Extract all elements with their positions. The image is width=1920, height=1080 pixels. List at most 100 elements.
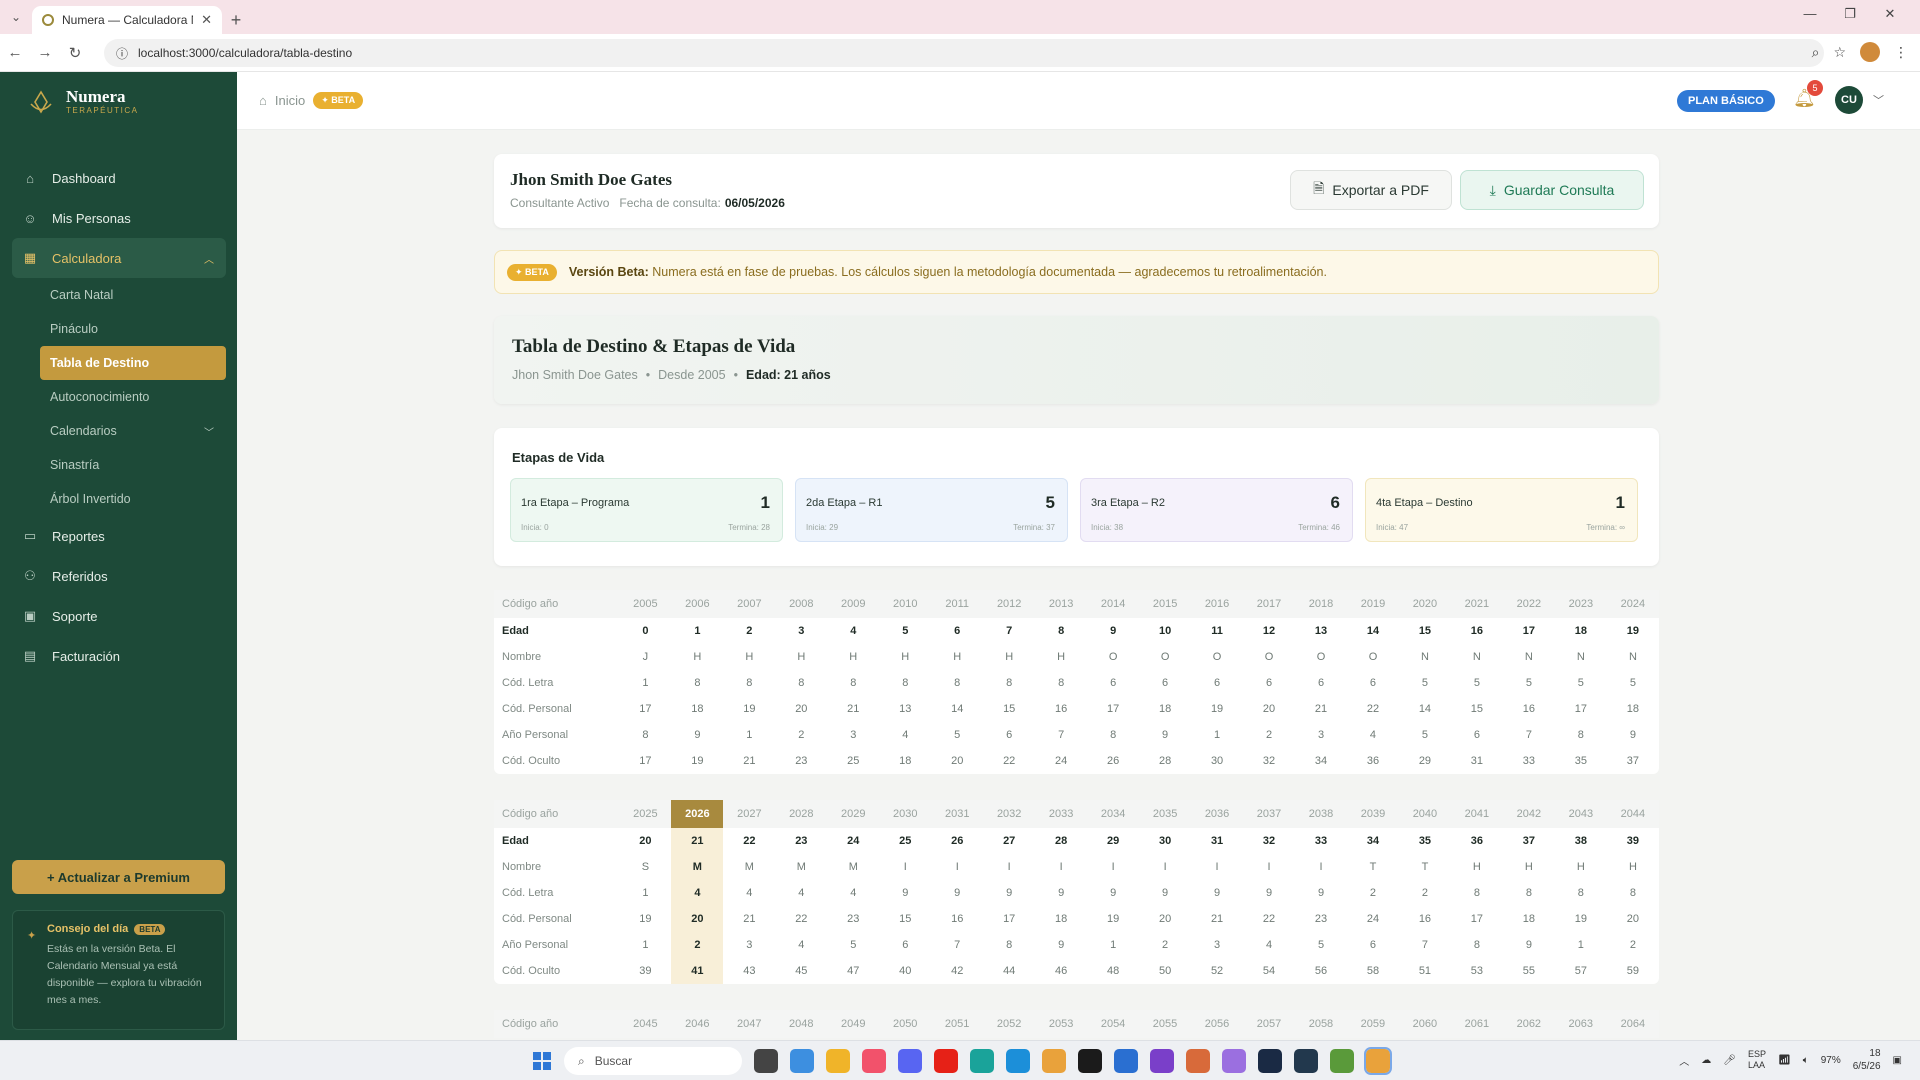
sidebar-item-soporte[interactable]: ▣ Soporte xyxy=(12,596,226,636)
beta-banner: ✦ BETA Versión Beta: Numera está en fase… xyxy=(494,250,1659,294)
taskbar-search[interactable]: ⌕ Buscar xyxy=(564,1047,742,1075)
table-cell: 57 xyxy=(1574,965,1587,977)
restore-icon[interactable]: ❐ xyxy=(1830,6,1870,22)
table-cell: I xyxy=(1163,861,1167,873)
table-cell: 0 xyxy=(642,625,649,637)
support-icon: ▣ xyxy=(23,608,37,623)
sidebar-item-dashboard[interactable]: ⌂ Dashboard xyxy=(12,158,226,198)
plan-badge[interactable]: PLAN BÁSICO xyxy=(1677,90,1775,112)
table-cell: N xyxy=(1472,651,1481,663)
reload-icon[interactable]: ↻ xyxy=(60,44,90,62)
sidebar-sub-carta-natal[interactable]: Carta Natal xyxy=(12,278,226,312)
table-cell: 8 xyxy=(1473,939,1480,951)
chrome-icon[interactable] xyxy=(1042,1049,1066,1073)
tv-app-icon[interactable] xyxy=(1078,1049,1102,1073)
table-cell: 14 xyxy=(951,703,964,715)
app-dark-icon[interactable] xyxy=(1258,1049,1282,1073)
table-cell: 6 xyxy=(1265,677,1273,689)
search-icon: ⌕ xyxy=(578,1053,585,1068)
chevron-down-icon[interactable]: ﹀ xyxy=(1873,92,1884,108)
browser-tab[interactable]: Numera — Calculadora Numer ✕ xyxy=(32,6,222,34)
subtitle-since: Desde 2005 xyxy=(658,368,726,382)
table-cell: 2053 xyxy=(1035,1010,1088,1038)
app-violet-icon[interactable] xyxy=(1222,1049,1246,1073)
bookmark-star-icon[interactable]: ☆ xyxy=(1833,44,1846,61)
zoom-icon[interactable]: ⌕ xyxy=(1812,44,1820,61)
page-subtitle: Jhon Smith Doe Gates • Desde 2005 • Edad: … xyxy=(512,368,831,382)
upgrade-premium-button[interactable]: + Actualizar a Premium xyxy=(12,860,225,894)
table-cell: O xyxy=(1212,651,1222,663)
notification-center-icon[interactable]: ▣ xyxy=(1893,1055,1902,1066)
close-tab-icon[interactable]: ✕ xyxy=(201,12,212,28)
table-cell: 9 xyxy=(1214,887,1221,899)
chrome-profile-icon[interactable] xyxy=(1186,1049,1210,1073)
clock[interactable]: 18 6/5/26 xyxy=(1853,1047,1881,1073)
sidebar-sub-sinastria[interactable]: Sinastría xyxy=(12,448,226,482)
volume-icon[interactable]: 🔈︎ xyxy=(1803,1055,1809,1066)
discord-icon[interactable] xyxy=(898,1049,922,1073)
table-cell: 2054 xyxy=(1087,1010,1140,1038)
profile-avatar[interactable] xyxy=(1860,42,1880,62)
table-cell: 11 xyxy=(1211,625,1223,637)
battery-indicator[interactable]: 97% xyxy=(1821,1055,1841,1066)
save-consult-button[interactable]: ⤓ Guardar Consulta xyxy=(1460,170,1644,210)
youtube-icon[interactable] xyxy=(934,1049,958,1073)
stage-card: 3ra Etapa – R2 6 Inicia: 38 Termina: 46 xyxy=(1080,478,1353,542)
wifi-icon[interactable]: 📶︎ xyxy=(1778,1055,1791,1066)
sidebar-sub-pinaculo[interactable]: Pináculo xyxy=(12,312,226,346)
table-cell: 2024 xyxy=(1606,590,1659,618)
sparkle-icon: ✦ xyxy=(27,930,37,942)
table-cell: 21 xyxy=(1314,703,1328,715)
sidebar-item-facturacion[interactable]: ▤ Facturación xyxy=(12,636,226,676)
table-cell: 21 xyxy=(671,828,724,854)
sidebar-item-mis-personas[interactable]: ☺ Mis Personas xyxy=(12,198,226,238)
cloud-icon[interactable]: ☁ xyxy=(1701,1055,1711,1066)
address-bar[interactable]: ⓘ localhost:3000/calculadora/tabla-desti… xyxy=(104,39,1824,67)
table-cell: 1 xyxy=(1110,939,1117,951)
store-icon[interactable] xyxy=(1114,1049,1138,1073)
mic-icon[interactable]: 🎤︎ xyxy=(1723,1055,1736,1066)
app-store-icon[interactable] xyxy=(790,1049,814,1073)
tray-chevron-icon[interactable]: ︿ xyxy=(1679,1053,1689,1068)
brand-logo[interactable]: Numera TERAPÉUTICA xyxy=(28,88,139,115)
table-cell: 17 xyxy=(1522,625,1535,637)
chrome-active-icon[interactable] xyxy=(1364,1047,1392,1075)
sidebar-item-referidos[interactable]: ⚇ Referidos xyxy=(12,556,226,596)
table-cell: 2031 xyxy=(931,800,984,828)
music-app-icon[interactable] xyxy=(862,1049,886,1073)
file-explorer-icon[interactable] xyxy=(826,1049,850,1073)
forward-icon[interactable]: → xyxy=(30,44,60,61)
sidebar-sub-tabla-destino[interactable]: Tabla de Destino xyxy=(40,346,226,380)
app-terminal-icon[interactable] xyxy=(1294,1049,1318,1073)
export-pdf-button[interactable]: 🗎︎ Exportar a PDF xyxy=(1290,170,1452,210)
sidebar-item-reportes[interactable]: ▭ Reportes xyxy=(12,516,226,556)
table-cell: 2007 xyxy=(723,590,776,618)
tab-list-chevron-icon[interactable]: ⌄ xyxy=(0,0,32,34)
table-cell: T xyxy=(1421,861,1429,873)
stage-label: 3ra Etapa – R2 xyxy=(1091,497,1165,509)
sidebar-item-calculadora[interactable]: ▦ Calculadora ︿ xyxy=(12,238,226,278)
app-purple-icon[interactable] xyxy=(1150,1049,1174,1073)
site-info-icon[interactable]: ⓘ xyxy=(116,45,128,62)
breadcrumb-home[interactable]: Inicio xyxy=(275,93,305,108)
copilot-icon[interactable] xyxy=(970,1049,994,1073)
user-avatar[interactable]: CU xyxy=(1835,86,1863,114)
new-tab-button[interactable]: + xyxy=(222,6,250,34)
language-indicator[interactable]: ESP LAA xyxy=(1748,1049,1766,1071)
edge-icon[interactable] xyxy=(1006,1049,1030,1073)
sidebar-sub-arbol-invertido[interactable]: Árbol Invertido xyxy=(12,482,226,516)
table-cell: 1 xyxy=(642,887,649,899)
task-view-icon[interactable] xyxy=(754,1049,778,1073)
table-cell: 2042 xyxy=(1502,800,1555,828)
windows-start-icon[interactable] xyxy=(532,1051,552,1071)
table-cell: 9 xyxy=(1629,729,1636,741)
browser-menu-icon[interactable]: ⋮ xyxy=(1894,44,1908,61)
minimize-icon[interactable]: — xyxy=(1790,6,1830,22)
sidebar-sub-autoconocimiento[interactable]: Autoconocimiento xyxy=(12,380,226,414)
sidebar-sub-calendarios[interactable]: Calendarios ﹀ xyxy=(12,414,226,448)
app-green-icon[interactable] xyxy=(1330,1049,1354,1073)
back-icon[interactable]: ← xyxy=(0,44,30,61)
table-cell: S xyxy=(641,861,650,873)
close-window-icon[interactable]: ✕ xyxy=(1870,6,1910,22)
table-cell: 23 xyxy=(1314,913,1328,925)
